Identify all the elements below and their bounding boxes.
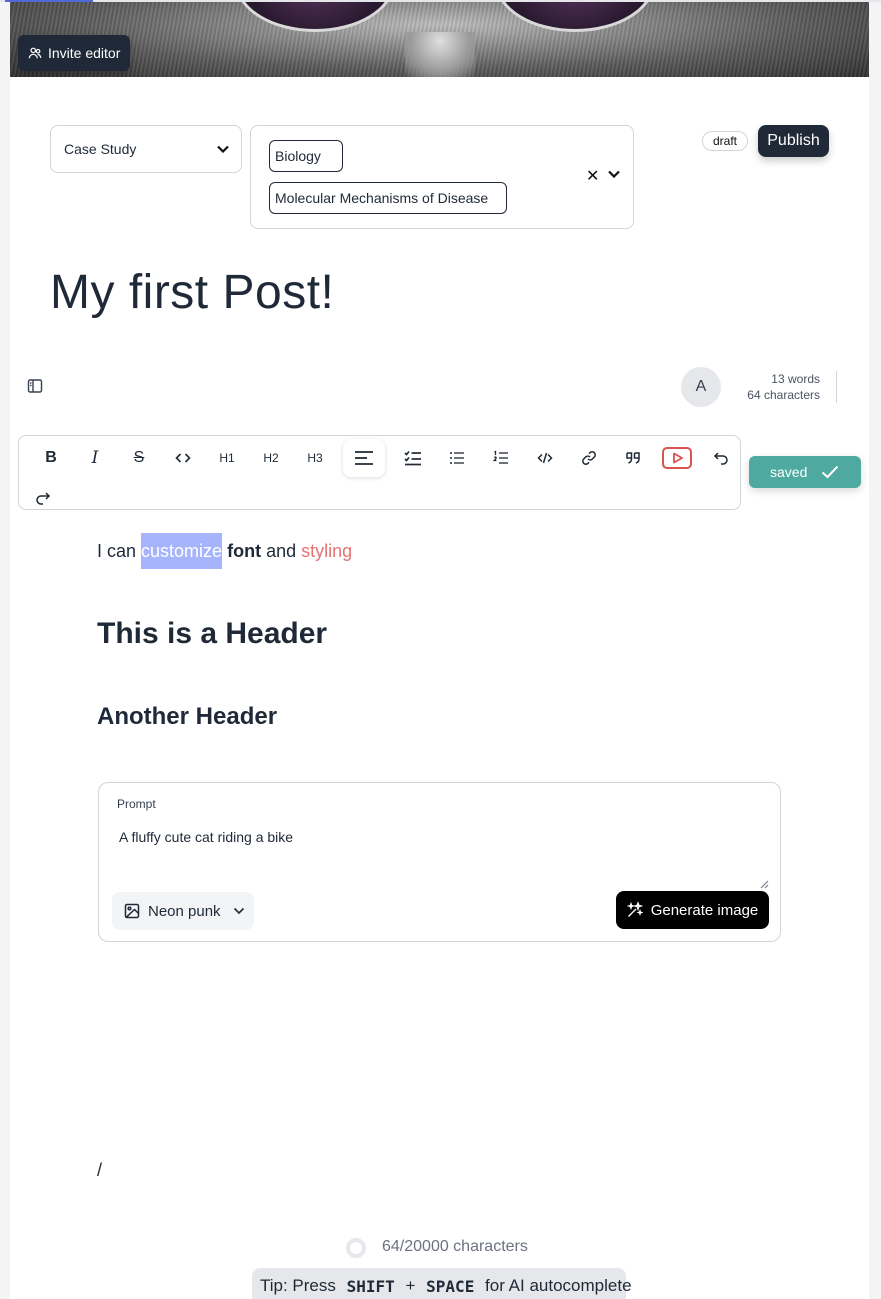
formatting-toolbar: B I S H1 H2 H3 [18, 435, 741, 510]
top-progress-bar [0, 0, 881, 2]
resize-handle-icon[interactable] [759, 879, 769, 889]
generate-image-label: Generate image [650, 901, 759, 919]
text-run: I can [97, 541, 142, 561]
checklist-icon [404, 450, 421, 466]
chevron-down-icon[interactable] [608, 170, 620, 178]
code-block-icon [537, 452, 553, 464]
prompt-label: Prompt [117, 797, 156, 811]
ordered-list-button[interactable] [484, 441, 518, 475]
link-button[interactable] [572, 441, 606, 475]
tag-label: Molecular Mechanisms of Disease [275, 190, 489, 206]
generate-image-button[interactable]: Generate image [616, 891, 769, 929]
publish-button[interactable]: Publish [758, 125, 829, 157]
text-run: and [261, 541, 302, 561]
status-badge: draft [702, 131, 749, 151]
character-limit-ring [346, 1238, 366, 1258]
chevron-down-icon [217, 145, 229, 153]
tip-text: Tip: Press [260, 1276, 341, 1295]
post-type-select[interactable]: Case Study [50, 125, 242, 173]
sidebar-toggle-icon[interactable] [27, 378, 43, 394]
align-left-button[interactable] [343, 439, 385, 477]
cover-nose [405, 32, 475, 77]
space-key: SPACE [426, 1276, 475, 1296]
heading-2[interactable]: Another Header [97, 703, 277, 731]
heading1-icon: H1 [219, 451, 235, 465]
redo-icon [36, 492, 51, 505]
document-stats: 13 words 64 characters [710, 371, 820, 403]
youtube-icon [662, 447, 692, 469]
users-icon [28, 47, 42, 59]
bold-icon: B [45, 449, 57, 466]
heading3-button[interactable]: H3 [298, 441, 332, 475]
blockquote-button[interactable] [616, 441, 650, 475]
tag-label: Biology [275, 148, 321, 164]
task-list-button[interactable] [396, 441, 430, 475]
highlighted-text: customize [141, 533, 223, 569]
saved-status: saved [749, 456, 861, 488]
prompt-textarea[interactable]: A fluffy cute cat riding a bike [119, 829, 293, 845]
image-prompt-card: Prompt A fluffy cute cat riding a bike N… [98, 782, 781, 942]
image-style-value: Neon punk [148, 902, 221, 920]
invite-editor-label: Invite editor [48, 45, 121, 61]
stats-divider [836, 371, 837, 403]
heading3-icon: H3 [307, 451, 323, 465]
colored-text: styling [301, 541, 353, 561]
bullet-list-icon [450, 452, 464, 464]
paragraph[interactable]: I can customize font and styling [97, 533, 353, 569]
progress-fill [5, 0, 93, 2]
code-icon [175, 453, 191, 463]
tag-chip[interactable]: Molecular Mechanisms of Disease [269, 182, 507, 214]
italic-button[interactable]: I [78, 441, 112, 475]
ordered-list-icon [493, 450, 508, 464]
inline-code-button[interactable] [166, 441, 200, 475]
saved-label: saved [770, 464, 808, 480]
undo-button[interactable] [704, 441, 738, 475]
heading-1[interactable]: This is a Header [97, 617, 327, 651]
ai-autocomplete-tip: Tip: Press SHIFT + SPACE for AI autocomp… [252, 1268, 632, 1299]
post-title[interactable]: My first Post! [50, 265, 334, 320]
clear-icon[interactable]: ✕ [586, 166, 599, 186]
quote-icon [626, 452, 640, 464]
align-left-icon [355, 451, 373, 465]
heading2-button[interactable]: H2 [254, 441, 288, 475]
tip-text: for AI autocomplete [480, 1276, 632, 1295]
heading2-icon: H2 [263, 451, 279, 465]
magic-wand-icon [626, 902, 643, 917]
slash-command-line[interactable]: / [97, 1160, 102, 1181]
cover-image[interactable]: Invite editor [10, 2, 869, 77]
word-count: 13 words [771, 372, 820, 386]
tag-chip[interactable]: Biology [269, 140, 343, 172]
tip-text: + [400, 1276, 421, 1295]
invite-editor-button[interactable]: Invite editor [18, 35, 131, 71]
bold-text: font [227, 541, 262, 561]
character-counter: 64/20000 characters [382, 1238, 528, 1255]
chevron-down-icon [233, 907, 244, 915]
image-style-select[interactable]: Neon punk [112, 892, 254, 930]
image-icon [124, 903, 140, 919]
youtube-embed-button[interactable] [660, 441, 694, 475]
tag-multiselect[interactable]: Biology Molecular Mechanisms of Disease … [250, 125, 634, 229]
italic-icon: I [91, 448, 99, 468]
character-count: 64 characters [747, 388, 820, 402]
redo-button[interactable] [26, 481, 60, 515]
strikethrough-icon: S [133, 449, 145, 466]
check-icon [822, 465, 839, 479]
code-block-button[interactable] [528, 441, 562, 475]
shift-key: SHIFT [346, 1276, 395, 1296]
strikethrough-button[interactable]: S [122, 441, 156, 475]
post-type-value: Case Study [64, 141, 137, 157]
link-icon [582, 451, 596, 465]
editor-page: Invite editor Case Study Biology Molecul… [10, 0, 869, 1299]
bullet-list-button[interactable] [440, 441, 474, 475]
bold-button[interactable]: B [34, 441, 68, 475]
undo-icon [713, 452, 728, 465]
heading1-button[interactable]: H1 [210, 441, 244, 475]
